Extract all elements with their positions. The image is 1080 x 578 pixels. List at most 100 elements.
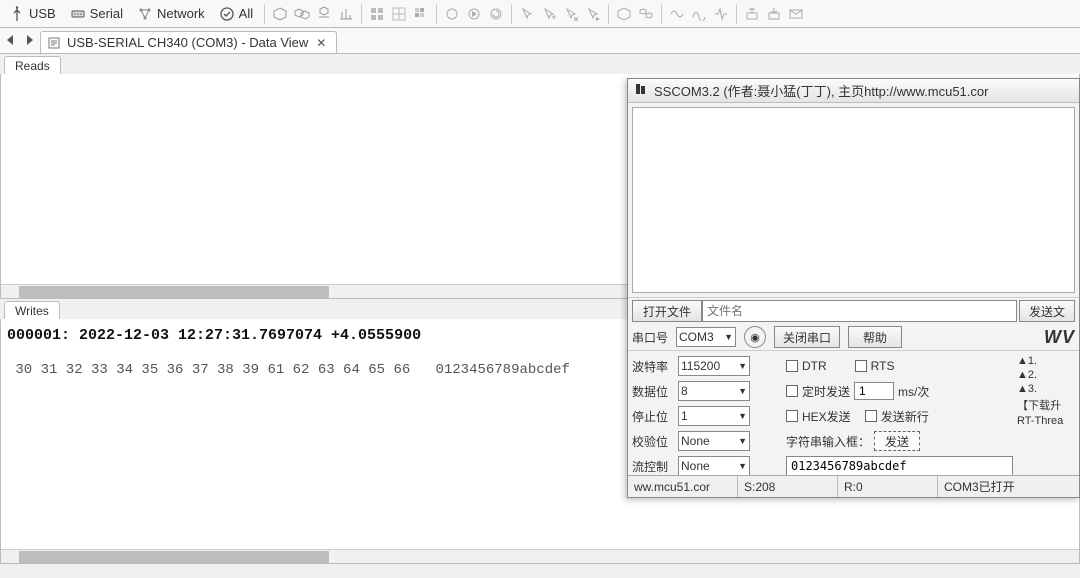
mail-icon[interactable] [785, 3, 807, 25]
play-icon[interactable] [463, 3, 485, 25]
rts-label: RTS [871, 359, 895, 373]
toolbar-separator [264, 4, 265, 24]
wave-icon-2[interactable] [688, 3, 710, 25]
all-filter-button[interactable]: All [212, 3, 260, 25]
reads-scroll-thumb[interactable] [19, 286, 329, 298]
document-tab-bar: USB-SERIAL CH340 (COM3) - Data View ✕ [0, 28, 1080, 54]
export-icon[interactable] [741, 3, 763, 25]
hex-group-icon[interactable] [291, 3, 313, 25]
send-newline-label: 发送新行 [881, 408, 929, 425]
www-logo: WV [1044, 327, 1075, 348]
side-a3[interactable]: ▲3. [1017, 383, 1075, 395]
usb-filter-button[interactable]: USB [2, 3, 63, 25]
port-value: COM3 [679, 330, 714, 344]
help-label: 帮助 [863, 329, 887, 346]
send-file-label: 发送文 [1029, 303, 1065, 320]
side-rt[interactable]: RT-Threa [1017, 415, 1075, 427]
toolbar-separator [736, 4, 737, 24]
writes-tab[interactable]: Writes [4, 301, 60, 319]
cursor-add-icon[interactable] [538, 3, 560, 25]
sscom-title-text: SSCOM3.2 (作者:聂小猛(丁丁), 主页http://www.mcu51… [654, 81, 988, 100]
reads-tab[interactable]: Reads [4, 56, 61, 74]
grid-small-icon[interactable] [366, 3, 388, 25]
palette-icon[interactable] [410, 3, 432, 25]
toolbar-separator [661, 4, 662, 24]
port-select[interactable]: COM3 ▼ [676, 327, 736, 347]
interval-unit: ms/次 [898, 383, 929, 400]
toolbar-separator [511, 4, 512, 24]
cursor-icon[interactable] [516, 3, 538, 25]
hex-view-icon[interactable] [269, 3, 291, 25]
usb-icon [9, 6, 25, 22]
loop-icon[interactable] [485, 3, 507, 25]
send-file-button[interactable]: 发送文 [1019, 300, 1075, 322]
side-a2[interactable]: ▲2. [1017, 369, 1075, 381]
open-file-button[interactable]: 打开文件 [632, 300, 702, 322]
flow-select[interactable]: None ▼ [678, 456, 750, 476]
close-tab-icon[interactable]: ✕ [314, 36, 328, 50]
rts-checkbox[interactable] [855, 360, 867, 372]
timed-send-checkbox[interactable] [786, 385, 798, 397]
port-status-icon[interactable]: ◉ [744, 326, 766, 348]
tab-nav-right-icon[interactable] [22, 33, 36, 47]
writes-tab-row: Writes [0, 299, 60, 319]
status-url: ww.mcu51.cor [628, 476, 738, 497]
databits-select[interactable]: 8 ▼ [678, 381, 750, 401]
timed-send-label: 定时发送 [802, 383, 850, 400]
grid-large-icon[interactable] [388, 3, 410, 25]
parity-select[interactable]: None ▼ [678, 431, 750, 451]
record-icon[interactable] [441, 3, 463, 25]
input-label: 字符串输入框： [786, 433, 870, 450]
stopbits-value: 1 [681, 409, 688, 423]
writes-scroll-thumb[interactable] [19, 551, 329, 563]
chevron-down-icon: ▼ [724, 332, 733, 342]
hex-icon-2[interactable] [613, 3, 635, 25]
send-button[interactable]: 发送 [874, 431, 920, 451]
sscom-receive-textarea[interactable] [632, 107, 1075, 293]
parity-value: None [681, 434, 710, 448]
sscom-file-row: 打开文件 发送文 [628, 297, 1079, 324]
side-dl[interactable]: 【下载升 [1017, 397, 1075, 413]
close-port-button[interactable]: 关闭串口 [774, 326, 840, 348]
stopbits-select[interactable]: 1 ▼ [678, 406, 750, 426]
all-icon [219, 6, 235, 22]
baud-value: 115200 [681, 359, 720, 373]
open-file-label: 打开文件 [643, 303, 691, 320]
document-tab-icon [47, 36, 61, 50]
document-tab-title: USB-SERIAL CH340 (COM3) - Data View [67, 35, 308, 50]
network-filter-button[interactable]: Network [130, 3, 212, 25]
all-filter-label: All [239, 6, 253, 21]
chevron-down-icon: ▼ [738, 461, 747, 471]
export-icon-2[interactable] [763, 3, 785, 25]
dtr-checkbox[interactable] [786, 360, 798, 372]
chart-icon[interactable] [335, 3, 357, 25]
hex-tree-icon[interactable] [313, 3, 335, 25]
hex-cluster-icon[interactable] [635, 3, 657, 25]
writes-scrollbar[interactable] [1, 549, 1079, 563]
send-newline-checkbox[interactable] [865, 410, 877, 422]
send-string-input[interactable] [786, 456, 1013, 476]
sscom-params-area: 波特率 115200 ▼ 数据位 8 ▼ 停止位 1 ▼ [628, 350, 1079, 481]
interval-input[interactable] [854, 382, 894, 400]
baud-select[interactable]: 115200 ▼ [678, 356, 750, 376]
serial-filter-button[interactable]: Serial [63, 3, 130, 25]
tab-nav-left-icon[interactable] [4, 33, 18, 47]
parity-label: 校验位 [632, 433, 674, 450]
wave-icon-3[interactable] [710, 3, 732, 25]
filename-input[interactable] [702, 300, 1017, 322]
hex-send-checkbox[interactable] [786, 410, 798, 422]
sscom-side-list: ▲1. ▲2. ▲3. 【下载升 RT-Threa [1017, 355, 1075, 477]
sscom-status-bar: ww.mcu51.cor S:208 R:0 COM3已打开 [628, 475, 1079, 497]
cursor-remove-icon[interactable] [560, 3, 582, 25]
chevron-down-icon: ▼ [738, 361, 747, 371]
help-button[interactable]: 帮助 [848, 326, 902, 348]
sscom-title-bar[interactable]: SSCOM3.2 (作者:聂小猛(丁丁), 主页http://www.mcu51… [628, 79, 1079, 103]
toolbar-separator [608, 4, 609, 24]
side-a1[interactable]: ▲1. [1017, 355, 1075, 367]
cursor-play-icon[interactable] [582, 3, 604, 25]
network-filter-label: Network [157, 6, 205, 21]
toolbar-separator [361, 4, 362, 24]
wave-icon[interactable] [666, 3, 688, 25]
main-toolbar: USB Serial Network All [0, 0, 1080, 28]
document-tab[interactable]: USB-SERIAL CH340 (COM3) - Data View ✕ [40, 31, 337, 53]
